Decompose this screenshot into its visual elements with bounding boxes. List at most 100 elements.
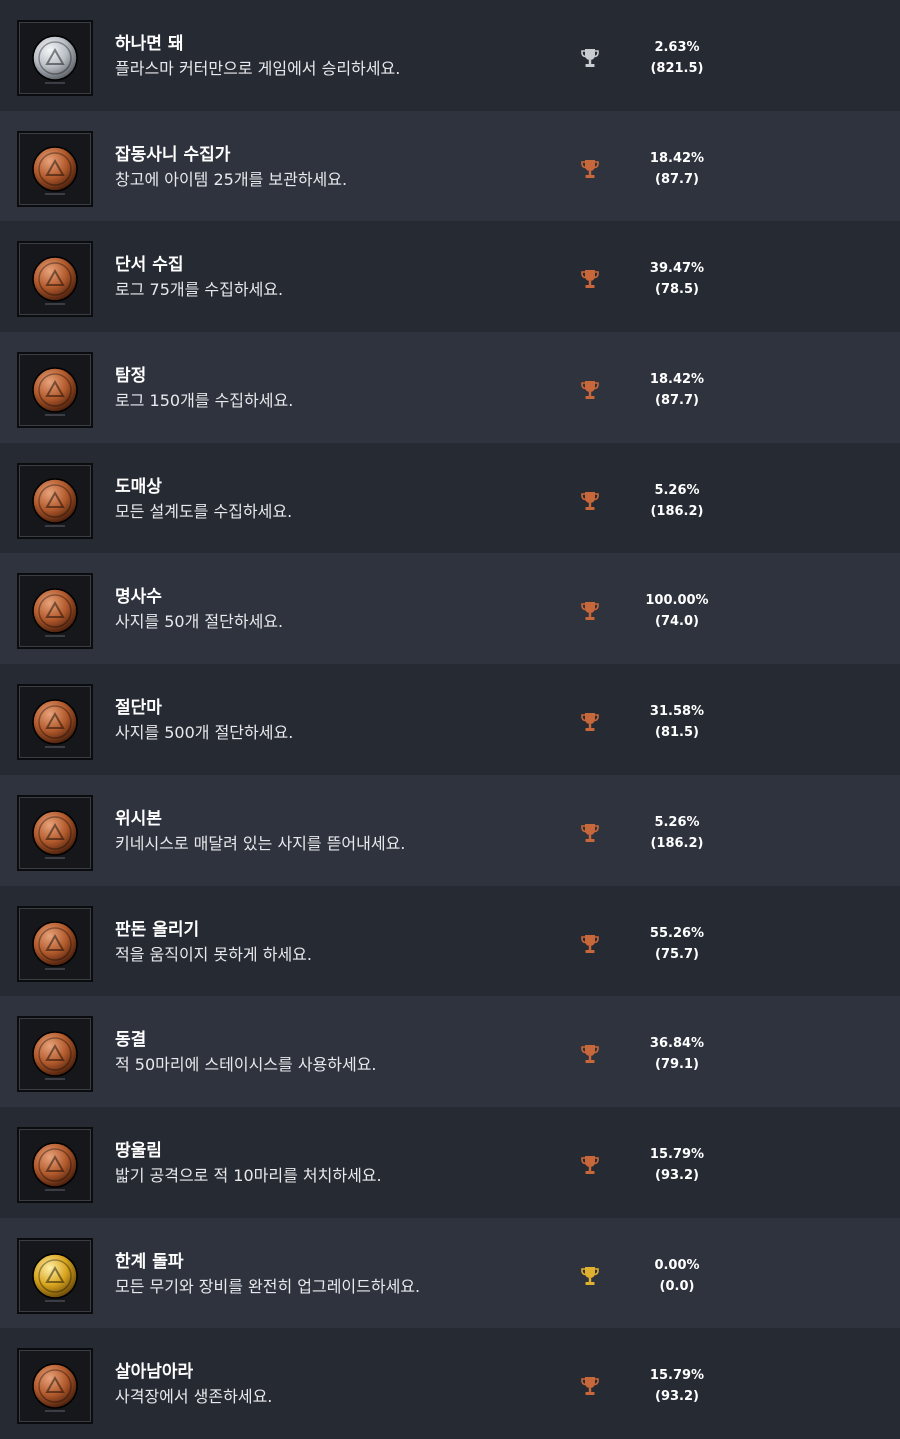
achievement-row[interactable]: 판돈 올리기 적을 움직이지 못하게 하세요. 55.26% (75.7) (0, 885, 900, 997)
achievement-points: (74.0) (655, 614, 699, 630)
achievement-title: 도매상 (115, 476, 162, 497)
achievement-text: 판돈 올리기 적을 움직이지 못하게 하세요. (115, 919, 312, 967)
achievement-badge (17, 1237, 93, 1314)
achievement-description: 모든 설계도를 수집하세요. (115, 501, 293, 521)
achievement-badge (17, 905, 93, 982)
trophy-icon (581, 381, 599, 400)
trophy-icon (581, 49, 599, 67)
achievement-row[interactable]: 한계 돌파 모든 무기와 장비를 완전히 업그레이드하세요. 0.00% (0.… (0, 1217, 900, 1329)
achievement-text: 잡동사니 수집가 창고에 아이템 25개를 보관하세요. (115, 144, 347, 192)
trophy-icon (581, 159, 599, 178)
achievement-row[interactable]: 도매상 모든 설계도를 수집하세요. 5.26% (186.2) (0, 442, 900, 554)
achievement-stats: 5.26% (186.2) (622, 812, 732, 854)
achievement-stats: 36.84% (79.1) (622, 1033, 732, 1075)
trophy-icon (581, 491, 599, 510)
achievement-row[interactable]: 단서 수집 로그 75개를 수집하세요. 39.47% (78.5) (0, 221, 900, 333)
achievement-points: (93.2) (655, 1389, 699, 1405)
silver-medal-icon (32, 35, 78, 84)
achievement-description: 적을 움직이지 못하게 하세요. (115, 944, 312, 964)
achievement-text: 동결 적 50마리에 스테이시스를 사용하세요. (115, 1029, 377, 1077)
achievement-badge (17, 20, 93, 96)
unlock-percent: 5.26% (654, 814, 700, 830)
unlock-percent: 5.26% (654, 482, 700, 498)
achievement-text: 살아남아라 사격장에서 생존하세요. (115, 1361, 272, 1409)
achievement-row[interactable]: 살아남아라 사격장에서 생존하세요. 15.79% (93.2) (0, 1328, 900, 1439)
achievement-points: (81.5) (655, 725, 699, 741)
achievement-row[interactable]: 잡동사니 수집가 창고에 아이템 25개를 보관하세요. 18.42% (87.… (0, 110, 900, 222)
achievement-stats: 15.79% (93.2) (622, 1144, 732, 1186)
achievement-stats: 31.58% (81.5) (622, 701, 732, 743)
achievement-row[interactable]: 탐정 로그 150개를 수집하세요. 18.42% (87.7) (0, 332, 900, 443)
achievement-description: 밟기 공격으로 적 10마리를 처치하세요. (115, 1165, 382, 1185)
trophy-icon (581, 934, 599, 953)
bronze-medal-icon (32, 1363, 78, 1413)
achievement-badge (17, 1348, 93, 1425)
trophy-icon (581, 1377, 599, 1396)
trophy-icon (581, 1155, 599, 1174)
achievement-row[interactable]: 명사수 사지를 50개 절단하세요. 100.00% (74.0) (0, 553, 900, 665)
unlock-percent: 15.79% (649, 1146, 705, 1162)
achievement-row[interactable]: 땅울림 밟기 공격으로 적 10마리를 처치하세요. 15.79% (93.2) (0, 1106, 900, 1218)
achievement-description: 사지를 50개 절단하세요. (115, 612, 284, 632)
achievement-points: (79.1) (655, 1057, 699, 1073)
achievement-description: 창고에 아이템 25개를 보관하세요. (115, 169, 348, 189)
achievement-text: 하나면 돼 플라스마 커터만으로 게임에서 승리하세요. (115, 33, 400, 81)
achievement-text: 위시본 키네시스로 매달려 있는 사지를 뜯어내세요. (115, 808, 405, 856)
bronze-medal-icon (32, 367, 78, 417)
trophy-icon (581, 823, 599, 842)
achievement-text: 탐정 로그 150개를 수집하세요. (115, 365, 293, 413)
trophy-icon (581, 713, 599, 732)
achievement-text: 명사수 사지를 50개 절단하세요. (115, 586, 283, 634)
bronze-medal-icon (32, 145, 78, 195)
achievement-title: 절단마 (115, 698, 162, 719)
achievement-text: 도매상 모든 설계도를 수집하세요. (115, 476, 292, 524)
achievement-points: (87.7) (655, 171, 699, 187)
unlock-percent: 0.00% (654, 1257, 700, 1273)
achievement-text: 한계 돌파 모든 무기와 장비를 완전히 업그레이드하세요. (115, 1251, 420, 1299)
achievement-badge (17, 1016, 93, 1093)
achievement-stats: 15.79% (93.2) (622, 1365, 732, 1407)
achievement-row[interactable]: 동결 적 50마리에 스테이시스를 사용하세요. 36.84% (79.1) (0, 996, 900, 1107)
achievement-badge (17, 684, 93, 761)
achievement-description: 사격장에서 생존하세요. (115, 1387, 273, 1407)
bronze-medal-icon (32, 478, 78, 527)
achievement-badge (17, 462, 93, 539)
achievement-text: 땅울림 밟기 공격으로 적 10마리를 처치하세요. (115, 1140, 382, 1188)
unlock-percent: 39.47% (649, 261, 705, 277)
achievement-description: 로그 150개를 수집하세요. (115, 391, 294, 411)
achievement-title: 살아남아라 (115, 1362, 194, 1383)
bronze-medal-icon (32, 810, 78, 859)
achievement-row[interactable]: 절단마 사지를 500개 절단하세요. 31.58% (81.5) (0, 664, 900, 775)
unlock-percent: 2.63% (654, 40, 700, 55)
achievement-points: (186.2) (650, 503, 704, 519)
achievement-points: (75.7) (655, 946, 699, 962)
achievement-badge (17, 573, 93, 650)
achievement-title: 명사수 (115, 587, 162, 608)
achievement-title: 동결 (115, 1030, 147, 1051)
achievement-points: (821.5) (650, 61, 704, 76)
achievement-text: 절단마 사지를 500개 절단하세요. (115, 697, 293, 745)
achievement-title: 판돈 올리기 (115, 919, 200, 940)
achievement-stats: 100.00% (74.0) (622, 590, 732, 632)
unlock-percent: 55.26% (649, 925, 705, 941)
achievement-title: 단서 수집 (115, 255, 184, 276)
achievement-stats: 39.47% (78.5) (622, 258, 732, 300)
trophy-icon (581, 1045, 599, 1064)
achievement-points: (87.7) (655, 393, 699, 409)
unlock-percent: 36.84% (649, 1036, 705, 1052)
achievement-badge (17, 130, 93, 207)
achievement-points: (186.2) (650, 835, 704, 851)
unlock-percent: 100.00% (645, 593, 709, 609)
achievement-description: 플라스마 커터만으로 게임에서 승리하세요. (115, 59, 401, 78)
trophy-icon (581, 270, 599, 289)
unlock-percent: 18.42% (649, 150, 705, 166)
achievement-badge (17, 352, 93, 429)
achievement-row[interactable]: 위시본 키네시스로 매달려 있는 사지를 뜯어내세요. 5.26% (186.2… (0, 774, 900, 886)
achievement-points: (0.0) (659, 1278, 695, 1294)
achievement-text: 단서 수집 로그 75개를 수집하세요. (115, 254, 283, 302)
achievement-row[interactable]: 하나면 돼 플라스마 커터만으로 게임에서 승리하세요. 2.63% (821.… (0, 0, 900, 111)
achievement-title: 위시본 (115, 808, 162, 829)
achievement-list: 하나면 돼 플라스마 커터만으로 게임에서 승리하세요. 2.63% (821.… (0, 0, 900, 1439)
bronze-medal-icon (32, 1031, 78, 1081)
achievement-stats: 55.26% (75.7) (622, 923, 732, 965)
